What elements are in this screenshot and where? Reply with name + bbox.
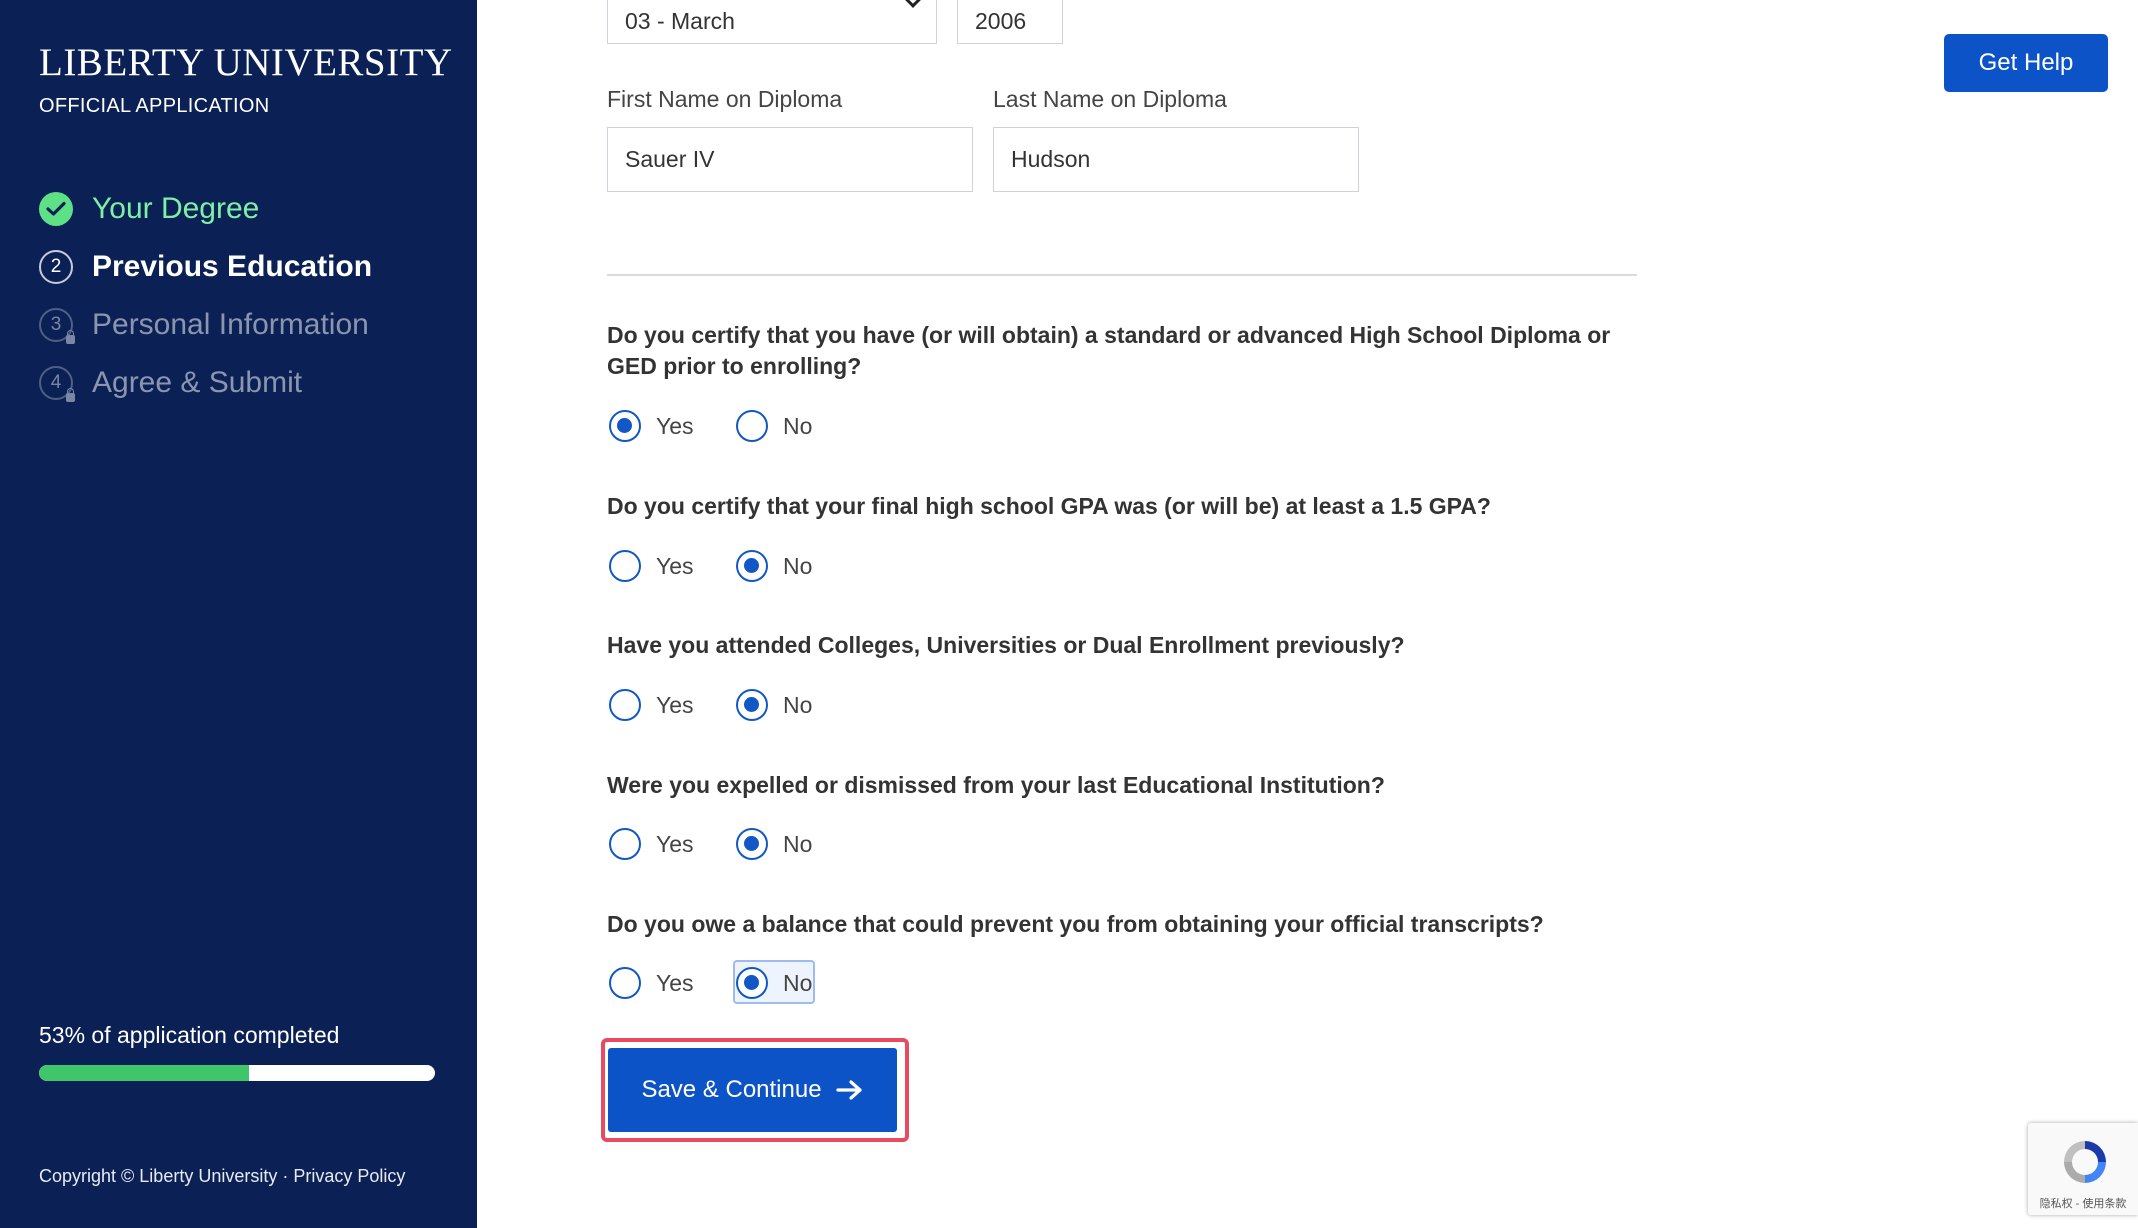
- radio-label: No: [783, 691, 813, 718]
- radio-button[interactable]: [736, 828, 768, 860]
- footer: Copyright © Liberty University · Privacy…: [39, 1166, 405, 1187]
- first-name-label: First Name on Diploma: [607, 86, 843, 112]
- first-name-field[interactable]: Sauer IV: [607, 127, 973, 192]
- radio-button[interactable]: [736, 550, 768, 582]
- radio-option-no[interactable]: No: [736, 828, 812, 860]
- radio-button[interactable]: [736, 689, 768, 721]
- question-expelled: Were you expelled or dismissed from your…: [607, 772, 1385, 798]
- step-personal-information: 3 Personal Information: [39, 296, 372, 354]
- radio-option-yes[interactable]: Yes: [609, 550, 694, 582]
- get-help-button[interactable]: Get Help: [1944, 34, 2108, 92]
- month-select-value: 03 - March: [625, 7, 735, 34]
- save-continue-button[interactable]: Save & Continue: [608, 1048, 897, 1132]
- radio-button[interactable]: [609, 410, 641, 442]
- step-label: Previous Education: [92, 250, 373, 283]
- radio-button[interactable]: [609, 828, 641, 860]
- radio-option-yes[interactable]: Yes: [609, 410, 694, 442]
- progress-section: 53% of application completed: [39, 1022, 435, 1081]
- privacy-policy-link[interactable]: Privacy Policy: [293, 1166, 405, 1186]
- progress-fill: [39, 1065, 249, 1081]
- checkmark-icon: [39, 192, 73, 226]
- chevron-down-icon: [903, 0, 923, 8]
- lock-icon: [66, 388, 75, 402]
- step-list: Your Degree 2 Previous Education 3 Perso…: [39, 180, 372, 412]
- first-name-value: Sauer IV: [625, 146, 715, 172]
- footer-separator: ·: [277, 1166, 294, 1186]
- recaptcha-links: 隐私权 - 使用条款: [2039, 1198, 2127, 1210]
- radio-label: Yes: [656, 969, 694, 996]
- question-gpa: Do you certify that your final high scho…: [607, 493, 1491, 519]
- step-marker: 3: [39, 308, 75, 344]
- sidebar: LIBERTY UNIVERSITY OFFICIAL APPLICATION …: [0, 0, 477, 1228]
- radio-option-no[interactable]: No: [736, 550, 812, 582]
- copyright-text: Copyright © Liberty University: [39, 1166, 278, 1186]
- step-agree-submit: 4 Agree & Submit: [39, 354, 372, 412]
- lock-icon: [66, 330, 75, 344]
- radio-option-no[interactable]: No: [736, 689, 812, 721]
- step-label: Agree & Submit: [92, 366, 303, 399]
- radio-label: Yes: [656, 552, 694, 579]
- month-select[interactable]: 03 - March: [607, 0, 937, 44]
- brand-name: LIBERTY UNIVERSITY: [39, 41, 453, 84]
- last-name-value: Hudson: [1011, 146, 1091, 172]
- step-your-degree[interactable]: Your Degree: [39, 180, 372, 238]
- radio-label: No: [783, 830, 813, 857]
- radio-label: No: [783, 412, 813, 439]
- radio-option-yes[interactable]: Yes: [609, 967, 694, 999]
- radio-button[interactable]: [736, 967, 768, 999]
- step-label: Your Degree: [92, 192, 260, 225]
- step-number: 3: [50, 314, 62, 335]
- step-previous-education[interactable]: 2 Previous Education: [39, 238, 372, 296]
- brand: LIBERTY UNIVERSITY OFFICIAL APPLICATION: [39, 40, 453, 118]
- radio-option-no[interactable]: No: [736, 410, 812, 442]
- radio-button[interactable]: [609, 689, 641, 721]
- radio-label: No: [783, 969, 813, 996]
- progress-text: 53% of application completed: [39, 1022, 340, 1048]
- step-number: 2: [39, 250, 73, 284]
- recaptcha-icon: [2064, 1141, 2106, 1183]
- year-field-value: 2006: [975, 7, 1027, 34]
- radio-option-yes[interactable]: Yes: [609, 828, 694, 860]
- arrow-right-icon: [835, 1080, 862, 1100]
- radio-button[interactable]: [609, 967, 641, 999]
- radio-label: No: [783, 552, 813, 579]
- year-field[interactable]: 2006: [957, 0, 1063, 44]
- radio-label: Yes: [656, 830, 694, 857]
- step-number: 4: [50, 372, 62, 393]
- step-marker: 4: [39, 366, 75, 402]
- radio-label: Yes: [656, 412, 694, 439]
- radio-option-no[interactable]: No: [736, 967, 812, 999]
- progress-bar: [39, 1065, 435, 1081]
- step-label: Personal Information: [92, 308, 369, 341]
- question-colleges: Have you attended Colleges, Universities…: [607, 632, 1405, 658]
- last-name-field[interactable]: Hudson: [993, 127, 1359, 192]
- brand-subtitle: OFFICIAL APPLICATION: [39, 95, 270, 117]
- radio-label: Yes: [656, 691, 694, 718]
- question-balance: Do you owe a balance that could prevent …: [607, 911, 1544, 937]
- radio-option-yes[interactable]: Yes: [609, 689, 694, 721]
- radio-button[interactable]: [736, 410, 768, 442]
- recaptcha-badge[interactable]: 隐私权 - 使用条款: [2028, 1123, 2138, 1215]
- section-divider: [607, 274, 1637, 276]
- save-continue-label: Save & Continue: [641, 1076, 822, 1103]
- question-diploma: Do you certify that you have (or will ob…: [607, 322, 1611, 379]
- last-name-label: Last Name on Diploma: [993, 86, 1227, 112]
- radio-button[interactable]: [609, 550, 641, 582]
